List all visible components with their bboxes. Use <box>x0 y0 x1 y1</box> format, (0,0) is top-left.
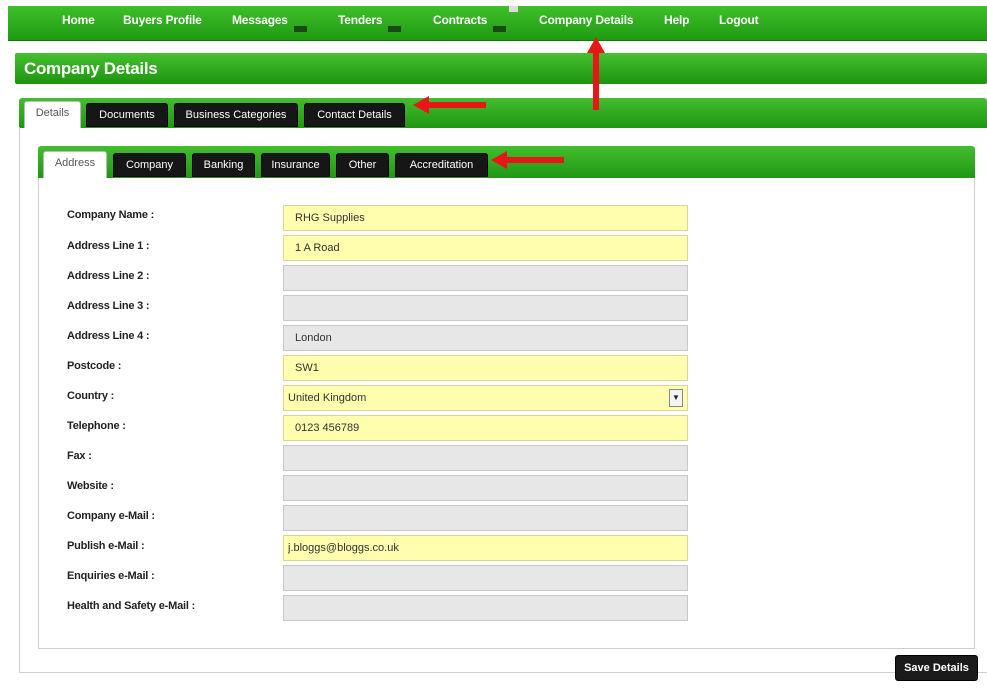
publish-email-label: Publish e-Mail : <box>67 540 145 552</box>
nav-item-messages[interactable]: Messages <box>232 13 307 32</box>
address-line-3-label: Address Line 3 : <box>67 300 150 312</box>
annotation-arrowhead <box>491 151 507 169</box>
address-line-3-input[interactable] <box>283 295 688 321</box>
telephone-label: Telephone : <box>67 420 126 432</box>
tab-company[interactable]: Company <box>113 153 186 177</box>
enquiries-email-input[interactable] <box>283 565 688 591</box>
chevron-down-icon <box>493 26 507 32</box>
page-title: Company Details <box>24 59 158 78</box>
nav-item-company-details[interactable]: Company Details <box>539 13 634 27</box>
health-safety-email-label: Health and Safety e-Mail : <box>67 600 196 612</box>
postcode-input[interactable] <box>283 355 688 381</box>
publish-email-input[interactable] <box>283 535 688 561</box>
postcode-label: Postcode : <box>67 360 122 372</box>
annotation-arrow-inner-tabs <box>506 157 564 163</box>
nav-item-label: Messages <box>232 13 288 27</box>
address-line-4-input[interactable] <box>283 325 688 351</box>
nav-item-logout[interactable]: Logout <box>719 13 759 27</box>
nav-marker <box>509 6 518 12</box>
tab-banking[interactable]: Banking <box>192 153 255 177</box>
address-line-2-input[interactable] <box>283 265 688 291</box>
health-safety-email-input[interactable] <box>283 595 688 621</box>
chevron-down-icon <box>293 26 307 32</box>
nav-item-buyers-profile[interactable]: Buyers Profile <box>123 13 202 27</box>
website-input[interactable] <box>283 475 688 501</box>
nav-item-label: Tenders <box>338 13 383 27</box>
address-line-1-label: Address Line 1 : <box>67 240 150 252</box>
country-select[interactable] <box>283 385 688 411</box>
tab-contact-details[interactable]: Contact Details <box>304 103 405 127</box>
website-label: Website : <box>67 480 114 492</box>
save-details-button[interactable]: Save Details <box>895 655 978 681</box>
select-arrow-icon[interactable]: ▼ <box>669 389 683 407</box>
company-name-label: Company Name : <box>67 209 155 221</box>
chevron-down-icon <box>388 26 402 32</box>
tab-other[interactable]: Other <box>336 153 389 177</box>
fax-input[interactable] <box>283 445 688 471</box>
address-line-4-label: Address Line 4 : <box>67 330 150 342</box>
nav-item-help[interactable]: Help <box>664 13 689 27</box>
company-email-label: Company e-Mail : <box>67 510 155 522</box>
telephone-input[interactable] <box>283 415 688 441</box>
annotation-arrow-outer-tabs <box>428 102 486 108</box>
country-label: Country : <box>67 390 115 402</box>
tab-business-categories[interactable]: Business Categories <box>174 103 298 127</box>
company-name-input[interactable] <box>283 205 688 231</box>
tab-details[interactable]: Details <box>24 101 81 128</box>
tab-address[interactable]: Address <box>43 151 107 178</box>
annotation-arrow-company-details <box>593 52 599 110</box>
company-email-input[interactable] <box>283 505 688 531</box>
nav-item-label: Contracts <box>433 13 488 27</box>
nav-item-tenders[interactable]: Tenders <box>338 13 402 32</box>
nav-item-contracts[interactable]: Contracts <box>433 13 507 32</box>
nav-item-home[interactable]: Home <box>62 13 95 27</box>
tab-insurance[interactable]: Insurance <box>261 153 330 177</box>
annotation-arrowhead <box>587 37 605 53</box>
page-header: Company Details <box>15 53 987 84</box>
top-nav: Home Buyers Profile Messages Tenders Con… <box>8 6 987 41</box>
tab-documents[interactable]: Documents <box>86 103 168 127</box>
tab-accreditation[interactable]: Accreditation <box>395 153 488 177</box>
annotation-arrowhead <box>413 96 429 114</box>
address-line-1-input[interactable] <box>283 235 688 261</box>
fax-label: Fax : <box>67 450 92 462</box>
enquiries-email-label: Enquiries e-Mail : <box>67 570 155 582</box>
address-line-2-label: Address Line 2 : <box>67 270 150 282</box>
